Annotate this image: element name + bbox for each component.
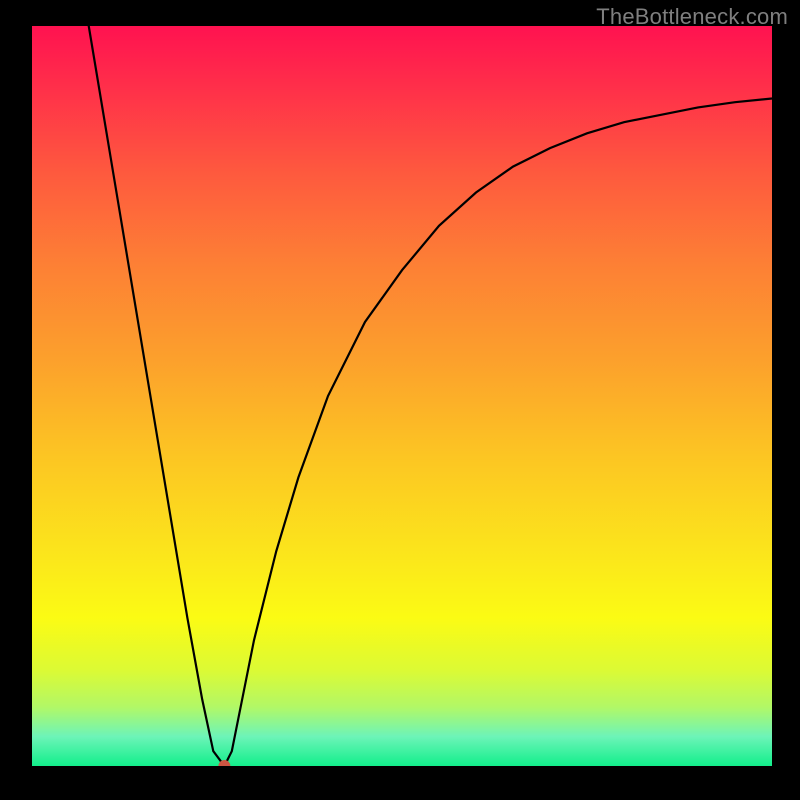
chart-frame: TheBottleneck.com: [0, 0, 800, 800]
curve-svg: [32, 26, 772, 766]
plot-area: [32, 26, 772, 766]
watermark-text: TheBottleneck.com: [596, 4, 788, 30]
bottleneck-curve: [69, 26, 772, 766]
